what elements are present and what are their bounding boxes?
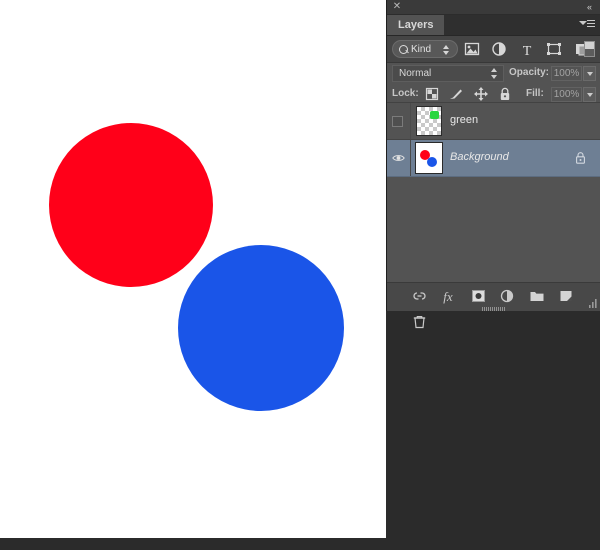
layer-name-label: Background — [450, 151, 509, 163]
layer-lock-icon[interactable] — [575, 151, 586, 164]
new-group-icon[interactable] — [525, 283, 550, 309]
lock-transparent-pixels-icon[interactable] — [422, 84, 442, 104]
fill-label: Fill: — [526, 88, 544, 99]
layer-thumbnail[interactable] — [416, 106, 442, 136]
lock-image-pixels-icon[interactable] — [446, 84, 466, 104]
opacity-input[interactable]: 100% — [551, 66, 582, 81]
lock-label: Lock: — [392, 88, 419, 99]
eye-hidden-icon — [392, 116, 403, 127]
red-circle — [49, 123, 213, 287]
opacity-label: Opacity: — [509, 67, 550, 78]
filter-type-layers-icon[interactable]: T — [518, 36, 536, 62]
filter-pixel-layers-icon[interactable] — [463, 36, 481, 62]
close-icon[interactable]: ✕ — [391, 0, 403, 14]
new-layer-icon[interactable] — [554, 283, 579, 309]
blue-circle-thumb — [427, 157, 437, 167]
filter-shape-layers-icon[interactable] — [545, 36, 563, 62]
svg-text:fx: fx — [444, 289, 454, 304]
layer-style-fx-icon[interactable]: fx — [436, 283, 461, 309]
filter-kind-label: Kind — [411, 44, 432, 55]
layer-list[interactable]: green Background — [387, 102, 600, 284]
panel-titlebar: ✕ « — [387, 0, 600, 15]
layers-bottom-toolbar: fx — [387, 282, 600, 329]
lock-icon-group — [422, 84, 515, 104]
panel-menu-icon[interactable] — [579, 19, 595, 31]
layer-visibility-toggle[interactable] — [387, 140, 411, 176]
chevron-updown-icon — [491, 68, 498, 79]
search-icon — [399, 45, 408, 54]
table-row[interactable]: green — [387, 103, 600, 140]
layer-filter-row: Kind T — [387, 36, 600, 63]
filter-kind-select[interactable]: Kind — [392, 40, 458, 58]
panel-tabbar: Layers — [387, 15, 600, 36]
panel-drag-handle[interactable] — [481, 307, 506, 311]
filter-adjustment-layers-icon[interactable] — [490, 36, 508, 62]
layers-panel: ✕ « Layers Kind T Normal Opacity: 100% L… — [386, 0, 600, 329]
layer-name-label: green — [450, 114, 479, 126]
filter-enable-toggle[interactable] — [584, 41, 595, 57]
layer-thumbnail[interactable] — [415, 142, 443, 174]
table-row[interactable]: Background — [387, 140, 600, 177]
chevron-updown-icon — [443, 44, 450, 56]
layer-visibility-toggle[interactable] — [387, 103, 411, 139]
fill-input[interactable]: 100% — [551, 87, 582, 102]
collapse-panel-icon[interactable]: « — [582, 1, 596, 13]
delete-layer-icon[interactable] — [407, 309, 432, 335]
lock-all-icon[interactable] — [495, 84, 515, 104]
link-layers-icon[interactable] — [407, 283, 432, 309]
panel-resize-grip[interactable] — [587, 298, 598, 309]
fill-stepper-button[interactable] — [583, 87, 596, 102]
new-adjustment-layer-icon[interactable] — [495, 283, 520, 309]
blend-opacity-row: Normal Opacity: 100% — [387, 63, 600, 84]
eye-icon — [392, 154, 405, 162]
blend-mode-select[interactable]: Normal — [392, 65, 504, 82]
filter-icon-group: T — [463, 36, 596, 62]
opacity-stepper-button[interactable] — [583, 66, 596, 81]
green-shape-thumb — [430, 111, 439, 119]
add-layer-mask-icon[interactable] — [466, 283, 491, 309]
svg-text:T: T — [523, 44, 532, 59]
document-canvas[interactable] — [0, 0, 386, 538]
tab-layers[interactable]: Layers — [387, 15, 445, 35]
blend-mode-value: Normal — [399, 68, 432, 79]
blue-circle — [178, 245, 344, 411]
photoshop-window: ✕ « Layers Kind T Normal Opacity: 100% L… — [0, 0, 600, 550]
bottom-icon-group: fx — [407, 283, 600, 329]
lock-position-icon[interactable] — [471, 84, 491, 104]
